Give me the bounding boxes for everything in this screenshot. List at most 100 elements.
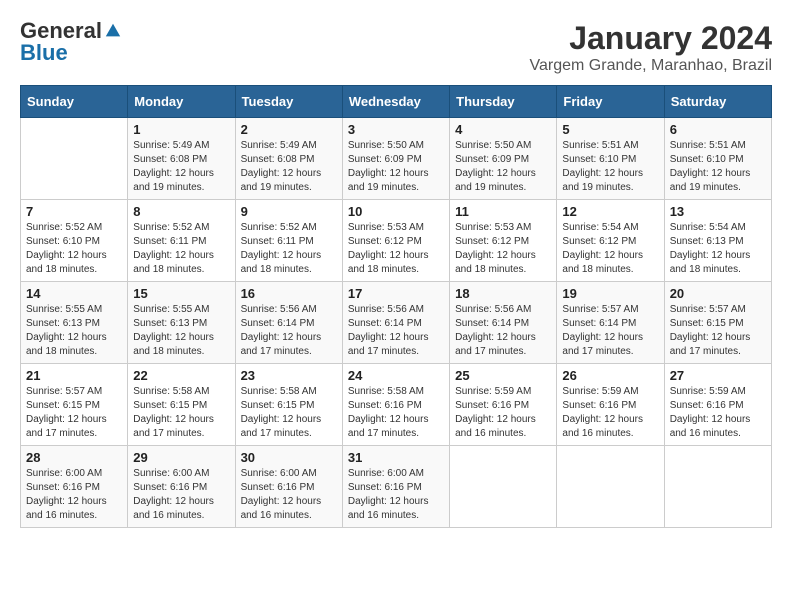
day-info: Sunrise: 5:53 AM Sunset: 6:12 PM Dayligh… <box>348 221 444 277</box>
title-area: January 2024 Vargem Grande, Maranhao, Br… <box>530 20 772 75</box>
day-cell: 21 Sunrise: 5:57 AM Sunset: 6:15 PM Dayli… <box>21 364 128 446</box>
week-row-0: 1 Sunrise: 5:49 AM Sunset: 6:08 PM Daylig… <box>21 118 772 200</box>
day-number: 31 <box>348 450 444 465</box>
header-day-sunday: Sunday <box>21 86 128 118</box>
day-cell: 31 Sunrise: 6:00 AM Sunset: 6:16 PM Dayli… <box>342 446 449 528</box>
week-row-1: 7 Sunrise: 5:52 AM Sunset: 6:10 PM Daylig… <box>21 200 772 282</box>
day-info: Sunrise: 5:51 AM Sunset: 6:10 PM Dayligh… <box>670 139 766 195</box>
day-info: Sunrise: 5:56 AM Sunset: 6:14 PM Dayligh… <box>241 303 337 359</box>
day-cell: 30 Sunrise: 6:00 AM Sunset: 6:16 PM Dayli… <box>235 446 342 528</box>
day-cell: 24 Sunrise: 5:58 AM Sunset: 6:16 PM Dayli… <box>342 364 449 446</box>
day-info: Sunrise: 5:59 AM Sunset: 6:16 PM Dayligh… <box>455 385 551 441</box>
day-info: Sunrise: 5:54 AM Sunset: 6:13 PM Dayligh… <box>670 221 766 277</box>
day-cell: 3 Sunrise: 5:50 AM Sunset: 6:09 PM Daylig… <box>342 118 449 200</box>
day-cell: 14 Sunrise: 5:55 AM Sunset: 6:13 PM Dayli… <box>21 282 128 364</box>
day-number: 7 <box>26 204 122 219</box>
day-number: 24 <box>348 368 444 383</box>
location-title: Vargem Grande, Maranhao, Brazil <box>530 57 772 75</box>
day-cell: 29Sunrise: 6:00 AM Sunset: 6:16 PM Dayli… <box>128 446 235 528</box>
day-info: Sunrise: 5:50 AM Sunset: 6:09 PM Dayligh… <box>348 139 444 195</box>
day-number: 19 <box>562 286 658 301</box>
day-info: Sunrise: 5:57 AM Sunset: 6:14 PM Dayligh… <box>562 303 658 359</box>
day-cell <box>450 446 557 528</box>
day-number: 21 <box>26 368 122 383</box>
day-info: Sunrise: 5:58 AM Sunset: 6:15 PM Dayligh… <box>241 385 337 441</box>
day-cell: 16 Sunrise: 5:56 AM Sunset: 6:14 PM Dayli… <box>235 282 342 364</box>
day-info: Sunrise: 5:49 AM Sunset: 6:08 PM Dayligh… <box>241 139 337 195</box>
day-cell: 11Sunrise: 5:53 AM Sunset: 6:12 PM Dayli… <box>450 200 557 282</box>
header-day-wednesday: Wednesday <box>342 86 449 118</box>
week-row-4: 28Sunrise: 6:00 AM Sunset: 6:16 PM Dayli… <box>21 446 772 528</box>
day-number: 17 <box>348 286 444 301</box>
day-cell <box>21 118 128 200</box>
day-number: 16 <box>241 286 337 301</box>
day-info: Sunrise: 5:57 AM Sunset: 6:15 PM Dayligh… <box>26 385 122 441</box>
header-day-friday: Friday <box>557 86 664 118</box>
day-cell: 10 Sunrise: 5:53 AM Sunset: 6:12 PM Dayli… <box>342 200 449 282</box>
logo-blue-text: Blue <box>20 42 68 64</box>
day-cell: 9 Sunrise: 5:52 AM Sunset: 6:11 PM Daylig… <box>235 200 342 282</box>
day-number: 30 <box>241 450 337 465</box>
day-number: 18 <box>455 286 551 301</box>
day-info: Sunrise: 6:00 AM Sunset: 6:16 PM Dayligh… <box>241 467 337 523</box>
day-number: 27 <box>670 368 766 383</box>
day-number: 29 <box>133 450 229 465</box>
day-info: Sunrise: 5:59 AM Sunset: 6:16 PM Dayligh… <box>562 385 658 441</box>
day-number: 2 <box>241 122 337 137</box>
header-day-monday: Monday <box>128 86 235 118</box>
header-day-thursday: Thursday <box>450 86 557 118</box>
day-cell: 5Sunrise: 5:51 AM Sunset: 6:10 PM Daylig… <box>557 118 664 200</box>
day-info: Sunrise: 5:56 AM Sunset: 6:14 PM Dayligh… <box>455 303 551 359</box>
day-info: Sunrise: 5:49 AM Sunset: 6:08 PM Dayligh… <box>133 139 229 195</box>
calendar-table: SundayMondayTuesdayWednesdayThursdayFrid… <box>20 85 772 528</box>
day-number: 3 <box>348 122 444 137</box>
day-cell: 19 Sunrise: 5:57 AM Sunset: 6:14 PM Dayli… <box>557 282 664 364</box>
day-cell: 23Sunrise: 5:58 AM Sunset: 6:15 PM Dayli… <box>235 364 342 446</box>
day-info: Sunrise: 5:59 AM Sunset: 6:16 PM Dayligh… <box>670 385 766 441</box>
day-info: Sunrise: 5:53 AM Sunset: 6:12 PM Dayligh… <box>455 221 551 277</box>
day-info: Sunrise: 6:00 AM Sunset: 6:16 PM Dayligh… <box>26 467 122 523</box>
day-number: 22 <box>133 368 229 383</box>
day-number: 10 <box>348 204 444 219</box>
day-number: 9 <box>241 204 337 219</box>
day-cell <box>664 446 771 528</box>
day-cell: 27 Sunrise: 5:59 AM Sunset: 6:16 PM Dayli… <box>664 364 771 446</box>
day-cell: 12Sunrise: 5:54 AM Sunset: 6:12 PM Dayli… <box>557 200 664 282</box>
day-number: 14 <box>26 286 122 301</box>
day-cell: 22 Sunrise: 5:58 AM Sunset: 6:15 PM Dayli… <box>128 364 235 446</box>
day-info: Sunrise: 5:57 AM Sunset: 6:15 PM Dayligh… <box>670 303 766 359</box>
day-number: 25 <box>455 368 551 383</box>
logo-icon <box>104 22 122 40</box>
day-info: Sunrise: 5:58 AM Sunset: 6:15 PM Dayligh… <box>133 385 229 441</box>
week-row-3: 21 Sunrise: 5:57 AM Sunset: 6:15 PM Dayli… <box>21 364 772 446</box>
day-number: 4 <box>455 122 551 137</box>
header-row: SundayMondayTuesdayWednesdayThursdayFrid… <box>21 86 772 118</box>
month-title: January 2024 <box>530 20 772 57</box>
day-cell: 6 Sunrise: 5:51 AM Sunset: 6:10 PM Daylig… <box>664 118 771 200</box>
day-cell: 26 Sunrise: 5:59 AM Sunset: 6:16 PM Dayli… <box>557 364 664 446</box>
day-cell: 8Sunrise: 5:52 AM Sunset: 6:11 PM Daylig… <box>128 200 235 282</box>
day-info: Sunrise: 5:55 AM Sunset: 6:13 PM Dayligh… <box>26 303 122 359</box>
day-cell: 15Sunrise: 5:55 AM Sunset: 6:13 PM Dayli… <box>128 282 235 364</box>
day-info: Sunrise: 5:58 AM Sunset: 6:16 PM Dayligh… <box>348 385 444 441</box>
day-number: 13 <box>670 204 766 219</box>
header-day-saturday: Saturday <box>664 86 771 118</box>
day-info: Sunrise: 5:52 AM Sunset: 6:11 PM Dayligh… <box>241 221 337 277</box>
day-cell: 7 Sunrise: 5:52 AM Sunset: 6:10 PM Daylig… <box>21 200 128 282</box>
header-day-tuesday: Tuesday <box>235 86 342 118</box>
day-cell: 1 Sunrise: 5:49 AM Sunset: 6:08 PM Daylig… <box>128 118 235 200</box>
day-cell: 4Sunrise: 5:50 AM Sunset: 6:09 PM Daylig… <box>450 118 557 200</box>
header: General Blue January 2024 Vargem Grande,… <box>20 20 772 75</box>
day-cell: 28Sunrise: 6:00 AM Sunset: 6:16 PM Dayli… <box>21 446 128 528</box>
day-number: 1 <box>133 122 229 137</box>
day-number: 12 <box>562 204 658 219</box>
day-info: Sunrise: 5:51 AM Sunset: 6:10 PM Dayligh… <box>562 139 658 195</box>
day-number: 26 <box>562 368 658 383</box>
day-info: Sunrise: 6:00 AM Sunset: 6:16 PM Dayligh… <box>348 467 444 523</box>
day-cell: 25 Sunrise: 5:59 AM Sunset: 6:16 PM Dayli… <box>450 364 557 446</box>
day-number: 6 <box>670 122 766 137</box>
day-number: 8 <box>133 204 229 219</box>
day-cell: 17Sunrise: 5:56 AM Sunset: 6:14 PM Dayli… <box>342 282 449 364</box>
day-cell: 20Sunrise: 5:57 AM Sunset: 6:15 PM Dayli… <box>664 282 771 364</box>
day-info: Sunrise: 5:52 AM Sunset: 6:10 PM Dayligh… <box>26 221 122 277</box>
